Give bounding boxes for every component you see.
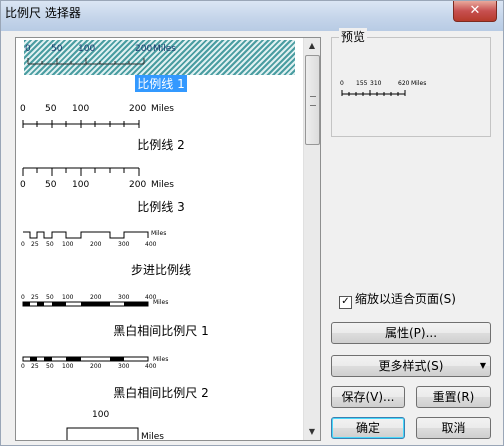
tick-label: 100 [78, 44, 96, 54]
preview-label: 预览 [339, 28, 368, 45]
close-button[interactable]: ✕ [453, 1, 497, 22]
tick-label: 0 [25, 44, 31, 54]
tick-label: 50 [45, 180, 57, 190]
item-label: 黑白相间比例尺 2 [113, 386, 209, 400]
tick-label: 620 [398, 80, 410, 87]
close-icon: ✕ [469, 3, 481, 18]
list-item[interactable]: 0 50 100 200 Miles 比例线 2 [20, 104, 302, 154]
preview-panel: 0 155 310 620 Miles [331, 37, 491, 137]
tick-label: 0 [20, 104, 26, 114]
tick-label: 300 [118, 241, 130, 248]
scale-bar-style-list[interactable]: 0 50 100 200 Miles 比例线 1 0 50 100 200 Mi… [15, 37, 321, 441]
tick-label: 0 [340, 80, 344, 87]
item-label: 比例线 2 [137, 138, 185, 152]
list-item[interactable]: 0 50 100 200 Miles 比例线 1 [20, 40, 302, 92]
tick-label: 50 [46, 363, 54, 370]
tick-label: 400 [145, 363, 157, 370]
more-styles-button[interactable]: 更多样式(S) ▼ [331, 355, 491, 377]
list-item[interactable]: 0 25 50 100 200 300 400 Miles 步进比例线 [20, 228, 302, 278]
scale-bar-graphic [22, 120, 140, 128]
tick-label: 0 [20, 180, 26, 190]
checkbox-checked-icon[interactable]: ✓ [339, 296, 352, 309]
tick-label: 200 [129, 104, 147, 114]
tick-label: 50 [46, 294, 54, 301]
save-button[interactable]: 保存(V)... [331, 386, 405, 408]
tick-label: 155 [356, 80, 368, 87]
unit-label: Miles [141, 432, 164, 441]
tick-label: 50 [45, 104, 57, 114]
tick-label: 100 [72, 180, 90, 190]
cancel-button[interactable]: 取消 [416, 417, 491, 439]
unit-label: Miles [151, 230, 167, 237]
tick-label: 100 [62, 294, 74, 301]
list-item[interactable]: 100 Miles [20, 410, 302, 441]
tick-label: 100 [62, 241, 74, 248]
more-styles-label: 更多样式(S) [378, 359, 444, 373]
tick-label: 25 [31, 363, 39, 370]
tick-label: 400 [145, 241, 157, 248]
tick-label: 300 [118, 363, 130, 370]
scale-bar-graphic [66, 427, 139, 440]
tick-label: 25 [31, 294, 39, 301]
list-scrollbar[interactable]: ▲ ▼ [303, 38, 320, 440]
tick-label: 310 [370, 80, 382, 87]
list-item[interactable]: 0 25 50 100 200 300 400 Miles 黑白相间比例尺 2 [20, 356, 302, 402]
reset-button[interactable]: 重置(R) [416, 386, 491, 408]
grip-icon [310, 96, 316, 106]
tick-label: 50 [51, 44, 63, 54]
tick-label: 50 [46, 241, 54, 248]
unit-label: Miles [153, 356, 169, 363]
unit-label: Miles [151, 180, 174, 190]
scale-bar-graphic [22, 167, 140, 176]
tick-label: 200 [90, 241, 102, 248]
scroll-up-icon[interactable]: ▲ [304, 38, 320, 54]
tick-label: 200 [135, 44, 153, 54]
tick-label: 200 [90, 294, 102, 301]
tick-label: 0 [21, 294, 25, 301]
item-label: 黑白相间比例尺 1 [113, 324, 209, 338]
tick-label: 100 [62, 363, 74, 370]
title-bar: 比例尺 选择器 ✕ [1, 1, 503, 31]
ok-button[interactable]: 确定 [331, 417, 405, 439]
checkbox-label: 缩放以适合页面(S) [355, 292, 456, 306]
scale-bar-graphic [23, 231, 149, 239]
scroll-thumb[interactable] [305, 55, 320, 145]
scale-bar-graphic [341, 90, 406, 96]
window-title: 比例尺 选择器 [5, 6, 81, 20]
unit-label: Miles [153, 44, 176, 54]
tick-label: 0 [21, 363, 25, 370]
unit-label: Miles [411, 80, 427, 87]
fit-to-page-checkbox[interactable]: ✓ 缩放以适合页面(S) [339, 290, 456, 309]
unit-label: Miles [151, 104, 174, 114]
scroll-down-icon[interactable]: ▼ [304, 424, 320, 440]
tick-label: 200 [129, 180, 147, 190]
scale-bar-selector-dialog: 比例尺 选择器 ✕ 0 50 100 200 Miles 比例线 1 0 50 … [0, 0, 504, 446]
list-item[interactable]: 0 50 100 200 Miles 比例线 3 [20, 166, 302, 216]
tick-label: 0 [21, 241, 25, 248]
item-label: 比例线 3 [137, 200, 185, 214]
tick-label: 300 [118, 294, 130, 301]
tick-label: 200 [90, 363, 102, 370]
tick-label: 100 [72, 104, 90, 114]
properties-button[interactable]: 属性(P)... [331, 322, 491, 344]
item-label: 步进比例线 [130, 263, 191, 277]
scale-bar-graphic [22, 301, 149, 307]
item-label: 比例线 1 [135, 75, 187, 92]
tick-label: 100 [92, 410, 110, 420]
list-item[interactable]: 0 25 50 100 200 300 400 Miles 黑白相间比例尺 1 [20, 294, 302, 340]
chevron-down-icon: ▼ [479, 361, 486, 370]
tick-label: 25 [31, 241, 39, 248]
